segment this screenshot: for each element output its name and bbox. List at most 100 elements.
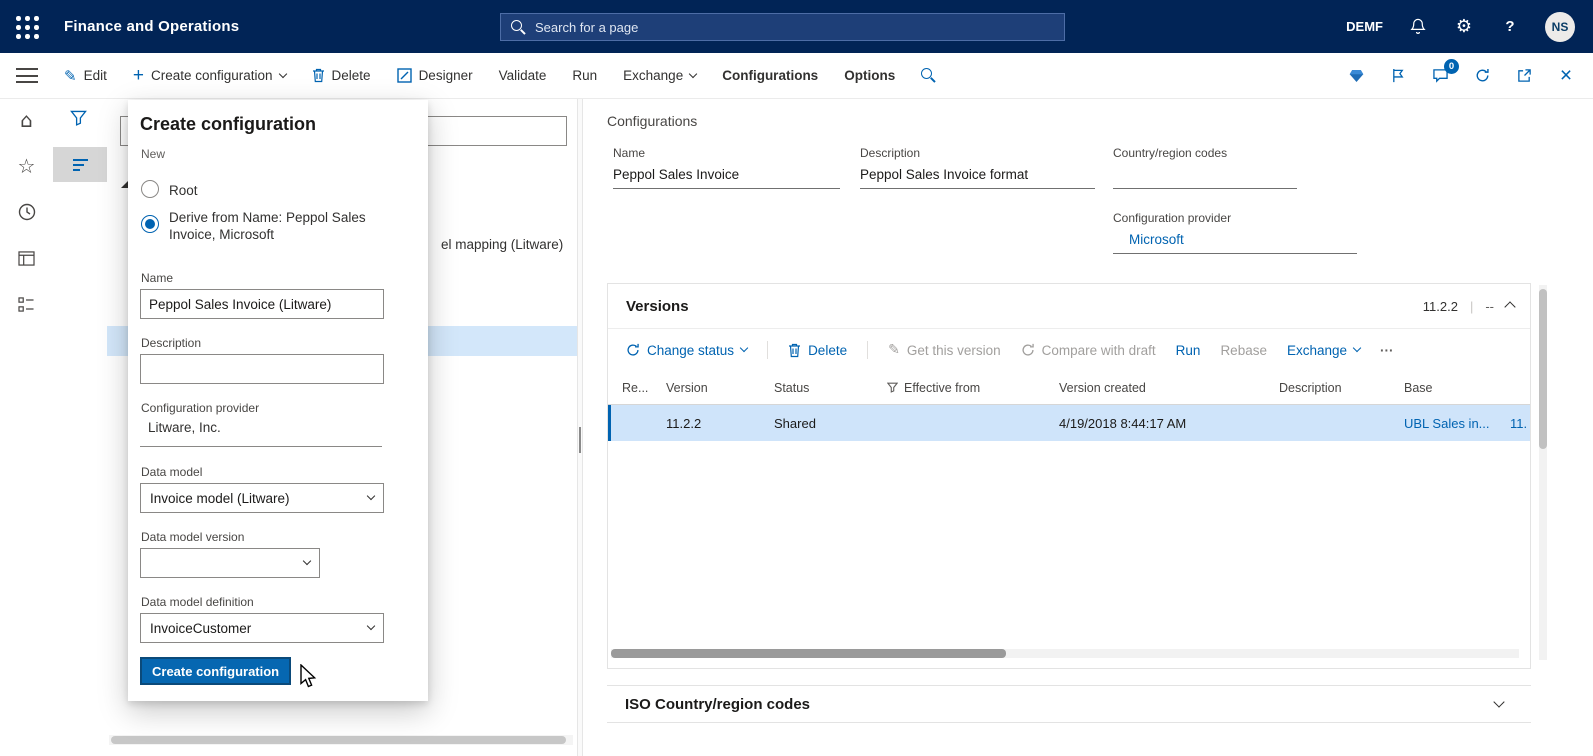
iso-section-title: ISO Country/region codes [625, 696, 810, 713]
toolbar-divider [767, 341, 768, 359]
expand-chevron-icon[interactable] [1493, 696, 1504, 707]
base-version-cell[interactable]: 11. [1510, 416, 1530, 431]
user-avatar[interactable]: NS [1545, 12, 1575, 42]
column-header[interactable]: Re... [622, 381, 666, 395]
workspaces-icon[interactable] [16, 248, 38, 268]
change-status-button[interactable]: Change status [626, 343, 747, 358]
tab-configurations[interactable]: Configurations [722, 68, 818, 83]
compare-with-draft-button[interactable]: Compare with draft [1021, 343, 1156, 358]
run-button[interactable]: Run [572, 68, 597, 83]
action-bar-commands: ✎ Edit + Create configuration Delete Des… [64, 53, 936, 98]
version-created-cell: 4/19/2018 8:44:17 AM [1059, 416, 1279, 431]
notifications-bell-icon[interactable] [1407, 16, 1429, 38]
modules-hierarchy-icon[interactable] [16, 294, 38, 314]
field-label: Country/region codes [1113, 146, 1297, 160]
configuration-provider-value[interactable]: Litware, Inc. [140, 420, 382, 447]
column-header[interactable]: Effective from [887, 381, 1059, 395]
toolbar-divider [867, 341, 868, 359]
more-commands-button[interactable]: ··· [1380, 343, 1394, 358]
scrollbar-thumb[interactable] [111, 736, 566, 744]
exchange-version-button[interactable]: Exchange [1287, 343, 1360, 358]
search-input[interactable] [535, 20, 1054, 35]
actionbar-search-button[interactable] [921, 68, 936, 83]
edit-pencil-icon: ✎ [64, 67, 77, 85]
recent-clock-icon[interactable] [16, 202, 38, 222]
data-model-version-label: Data model version [141, 530, 244, 544]
topbar-right-cluster: DEMF ⚙ ? NS [1346, 0, 1575, 53]
versions-header[interactable]: Versions 11.2.2 | -- [608, 284, 1530, 329]
get-this-version-button[interactable]: ✎ Get this version [888, 342, 1001, 358]
field-name: Name Peppol Sales Invoice [613, 146, 840, 189]
content-vertical-scrollbar[interactable] [1539, 285, 1547, 660]
column-header[interactable]: Base [1404, 381, 1510, 395]
company-selector[interactable]: DEMF [1346, 19, 1383, 34]
field-value[interactable]: Peppol Sales Invoice format [860, 167, 1095, 189]
app-launcher-icon[interactable] [14, 14, 41, 41]
messages-icon[interactable]: 0 [1429, 65, 1451, 87]
create-configuration-submit-button[interactable]: Create configuration [140, 657, 291, 685]
description-label: Description [141, 336, 201, 350]
task-guide-flag-icon[interactable] [1387, 65, 1409, 87]
designer-button[interactable]: Designer [397, 68, 473, 83]
rebase-button[interactable]: Rebase [1220, 343, 1267, 358]
provider-link[interactable]: Microsoft [1113, 232, 1357, 254]
column-header[interactable]: Description [1279, 381, 1404, 395]
tree-horizontal-scrollbar[interactable] [109, 735, 573, 745]
tree-item-label[interactable]: el mapping (Litware) [441, 237, 563, 252]
field-label: Name [613, 146, 840, 160]
help-icon[interactable]: ? [1499, 16, 1521, 38]
exchange-menu-button[interactable]: Exchange [623, 68, 696, 83]
favorites-star-icon[interactable]: ☆ [16, 156, 38, 176]
versions-toolbar: Change status Delete ✎ Get this version … [608, 329, 1530, 371]
field-value[interactable] [1113, 167, 1297, 189]
version-row-selected[interactable]: 11.2.2 Shared 4/19/2018 8:44:17 AM UBL S… [608, 405, 1530, 441]
radio-derive-label[interactable]: Derive from Name: Peppol Sales Invoice, … [169, 209, 401, 243]
edit-button[interactable]: ✎ Edit [64, 67, 107, 85]
settings-gear-icon[interactable]: ⚙ [1453, 16, 1475, 38]
home-icon[interactable]: ⌂ [16, 110, 38, 130]
data-model-dropdown[interactable]: Invoice model (Litware) [140, 483, 384, 513]
navigation-menu-icon[interactable] [16, 68, 38, 88]
data-model-label: Data model [141, 465, 202, 479]
radio-derive-selected[interactable] [141, 215, 159, 233]
scrollbar-thumb[interactable] [611, 649, 1006, 658]
trash-icon [312, 68, 325, 83]
radio-root[interactable] [141, 180, 159, 198]
splitter-handle[interactable] [579, 427, 581, 453]
field-value[interactable]: Peppol Sales Invoice [613, 167, 840, 189]
run-version-button[interactable]: Run [1176, 343, 1201, 358]
chevron-down-icon [689, 69, 697, 77]
versions-title: Versions [626, 298, 689, 315]
list-lines-icon [73, 156, 88, 174]
radio-root-label[interactable]: Root [169, 182, 198, 199]
versions-horizontal-scrollbar[interactable] [611, 649, 1519, 658]
field-country-region-codes: Country/region codes [1113, 146, 1297, 189]
name-input[interactable] [140, 289, 384, 319]
create-configuration-dialog: Create configuration New Root Derive fro… [128, 100, 428, 701]
open-in-new-window-icon[interactable] [1513, 65, 1535, 87]
base-link[interactable]: UBL Sales in... [1404, 416, 1510, 431]
draft-placeholder: -- [1485, 299, 1494, 314]
data-model-definition-dropdown[interactable]: InvoiceCustomer [140, 613, 384, 643]
create-configuration-button[interactable]: + Create configuration [133, 68, 286, 83]
collapse-chevron-icon[interactable] [1504, 301, 1515, 312]
top-navigation-bar: Finance and Operations DEMF ⚙ ? NS [0, 0, 1593, 53]
close-icon[interactable]: × [1555, 65, 1577, 87]
column-header[interactable]: Version created [1059, 381, 1279, 395]
iso-country-region-section[interactable]: ISO Country/region codes [607, 685, 1531, 723]
tree-list-view-toggle[interactable] [53, 147, 107, 182]
column-header[interactable]: Version [666, 381, 774, 395]
description-input[interactable] [140, 354, 384, 384]
filter-funnel-icon[interactable] [70, 110, 87, 131]
refresh-icon[interactable] [1471, 65, 1493, 87]
tab-options[interactable]: Options [844, 68, 895, 83]
validate-button[interactable]: Validate [499, 68, 547, 83]
delete-button[interactable]: Delete [312, 68, 371, 83]
delete-version-button[interactable]: Delete [788, 343, 847, 358]
data-model-version-dropdown[interactable] [140, 548, 320, 578]
chevron-down-icon [367, 622, 375, 630]
column-header[interactable]: Status [774, 381, 887, 395]
assistant-gem-icon[interactable] [1345, 65, 1367, 87]
page-search-box[interactable] [500, 13, 1065, 41]
scrollbar-thumb[interactable] [1539, 289, 1547, 449]
